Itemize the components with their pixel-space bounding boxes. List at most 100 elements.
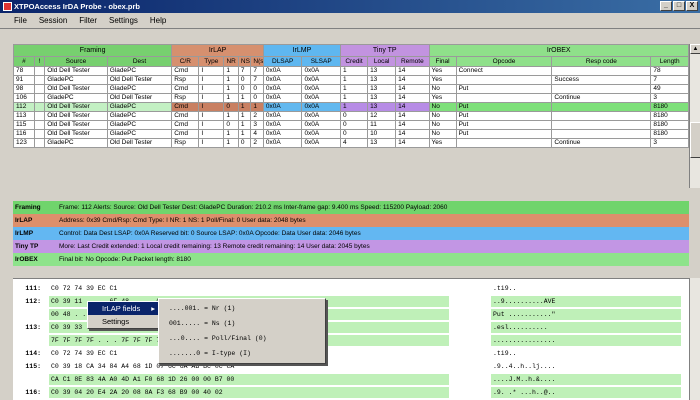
hex-ascii: ....J.M..h.&....: [491, 374, 681, 385]
table-cell: Old Dell Tester: [44, 129, 108, 139]
column-header[interactable]: Dest: [106, 56, 173, 67]
menu-file[interactable]: File: [0, 13, 32, 25]
decode-text: Final bit: No Opcode: Put Packet length:…: [59, 256, 191, 263]
table-row[interactable]: 116 Old Dell Tester GladePC Cmd I 1 1 4 0x0A 0x0A…: [13, 129, 689, 139]
hex-dump-pane[interactable]: 111: C0 72 74 39 EC C1 .ti9.. 112: C0 39 11 …: [13, 278, 689, 400]
table-row[interactable]: 91 GladePC Old Dell Tester Rsp I 1 0 7 0x0A 0x0A 1…: [13, 75, 689, 85]
table-cell: 11: [367, 120, 397, 130]
hex-ascii: Put ...........": [491, 309, 681, 320]
table-cell: [551, 102, 652, 112]
column-header[interactable]: Length: [650, 56, 689, 67]
table-cell: [33, 75, 46, 85]
submenu-item-ns[interactable]: 001..... = Ns (1): [159, 316, 325, 331]
scroll-up-icon[interactable]: ▲: [690, 44, 700, 54]
column-header[interactable]: Type: [198, 56, 225, 67]
column-header[interactable]: NS: [237, 56, 252, 67]
column-header[interactable]: Remote: [395, 56, 430, 67]
table-cell: Old Dell Tester: [44, 84, 108, 94]
hex-row[interactable]: CA C1 8E 83 4A A0 4D A1 F0 68 1D 26 00 0…: [13, 374, 681, 385]
submenu-item-nr[interactable]: ....001. = Nr (1): [159, 301, 325, 316]
column-header[interactable]: DLSAP: [262, 56, 303, 67]
table-cell: 1: [223, 129, 239, 139]
table-cell: Continue: [551, 93, 652, 103]
table-row[interactable]: 113 Old Dell Tester GladePC Cmd I 1 1 2 0x0A 0x0A…: [13, 111, 689, 121]
table-cell: 49: [650, 84, 689, 94]
scroll-thumb[interactable]: [690, 122, 700, 158]
table-cell: Put: [455, 102, 553, 112]
group-framing: Framing: [12, 44, 173, 57]
table-cell: [33, 93, 46, 103]
table-cell: 0: [223, 120, 239, 130]
table-row[interactable]: 115 Old Dell Tester GladePC Cmd I 0 1 3 0x0A 0x0A…: [13, 120, 689, 130]
table-scrollbar[interactable]: ▲: [689, 44, 700, 188]
column-header[interactable]: Source: [44, 56, 108, 67]
table-cell: 14: [395, 102, 430, 112]
table-cell: Old Dell Tester: [44, 120, 108, 130]
table-cell: [33, 129, 46, 139]
table-cell: Old Dell Tester: [106, 75, 173, 85]
table-cell: GladePC: [106, 129, 173, 139]
menu-item-label: Settings: [102, 317, 130, 326]
table-cell: 14: [395, 93, 430, 103]
column-header[interactable]: Local: [367, 56, 397, 67]
table-cell: I: [198, 138, 225, 148]
table-row[interactable]: 112 Old Dell Tester GladePC Cmd I 0 1 1 0x0A 0x0A…: [13, 102, 689, 112]
hex-bytes: C0 39 04 20 E4 2A 20 08 8A F3 68 B9 00 4…: [49, 387, 449, 398]
menu-item-settings[interactable]: Settings: [88, 315, 158, 328]
table-cell: [455, 93, 553, 103]
table-row[interactable]: 106 GladePC Old Dell Tester Rsp I 1 1 0 0x0A 0x0A…: [13, 93, 689, 103]
table-cell: No: [428, 129, 457, 139]
table-cell: 13: [367, 75, 397, 85]
table-cell: 1: [223, 93, 239, 103]
table-cell: Old Dell Tester: [106, 138, 173, 148]
hex-row[interactable]: 111: C0 72 74 39 EC C1 .ti9..: [13, 283, 681, 294]
table-cell: [33, 111, 46, 121]
maximize-button[interactable]: □: [673, 1, 685, 11]
menu-session[interactable]: Session: [34, 13, 72, 25]
column-header[interactable]: Final: [428, 56, 457, 67]
menu-help[interactable]: Help: [145, 13, 171, 25]
column-header[interactable]: C/R: [171, 56, 200, 67]
menu-item-irlap-fields[interactable]: IrLAP fields ▸: [88, 302, 158, 315]
submenu-item-poll-final[interactable]: ...0.... = Poll/Final (0): [159, 331, 325, 346]
column-header[interactable]: N(s): [250, 56, 264, 67]
table-cell: Rsp: [171, 138, 200, 148]
table-cell: No: [428, 102, 457, 112]
submenu-item-itype[interactable]: .......0 = I-type (I): [159, 346, 325, 361]
hex-frame-number: 113:: [25, 324, 41, 331]
group-irobex: IrOBEX: [428, 44, 689, 57]
table-cell: 7: [250, 66, 264, 76]
column-header[interactable]: !: [33, 56, 46, 67]
submenu-arrow-icon: ▸: [151, 304, 155, 313]
table-cell: 115: [13, 120, 35, 130]
hex-frame-number: 116:: [25, 389, 41, 396]
menu-filter[interactable]: Filter: [74, 13, 102, 25]
table-cell: 98: [13, 84, 35, 94]
table-cell: Old Dell Tester: [44, 111, 108, 121]
column-header[interactable]: #: [13, 56, 35, 67]
table-cell: GladePC: [44, 93, 108, 103]
minimize-button[interactable]: _: [660, 1, 672, 11]
title-bar: XTPOAccess IrDA Probe - obex.prb _ □ X: [0, 0, 700, 13]
table-row[interactable]: 123 GladePC Old Dell Tester Rsp I 1 0 2 0x0A 0x0A…: [13, 138, 689, 148]
table-row[interactable]: 78 Old Dell Tester GladePC Cmd I 1 7 7 0x0A 0x0A 1…: [13, 66, 689, 76]
table-cell: Cmd: [171, 129, 200, 139]
table-cell: 7: [650, 75, 689, 85]
column-header[interactable]: SLSAP: [301, 56, 341, 67]
hex-row[interactable]: 116: C0 39 04 20 E4 2A 20 08 8A F3 68 B9 …: [13, 387, 681, 398]
hex-frame-number: 112:: [25, 298, 41, 305]
menu-settings[interactable]: Settings: [104, 13, 143, 25]
hex-ascii: .9..4..h..lj....: [491, 361, 681, 372]
decode-irlap: IrLAP Address: 0x39 Cmd/Rsp: Cmd Type: I …: [13, 214, 689, 227]
table-cell: 0: [339, 129, 369, 139]
close-button[interactable]: X: [686, 1, 698, 11]
column-header[interactable]: Credit: [339, 56, 369, 67]
column-header[interactable]: Opcode: [455, 56, 553, 67]
hex-scrollbar[interactable]: [689, 278, 700, 400]
column-header[interactable]: Resp code: [551, 56, 652, 67]
hex-ascii: ..9..........AVE: [491, 296, 681, 307]
table-cell: 8180: [650, 129, 689, 139]
column-header[interactable]: NR: [223, 56, 239, 67]
table-cell: Put: [455, 111, 553, 121]
table-row[interactable]: 98 Old Dell Tester GladePC Cmd I 1 0 0 0x0A 0x0A 1…: [13, 84, 689, 94]
